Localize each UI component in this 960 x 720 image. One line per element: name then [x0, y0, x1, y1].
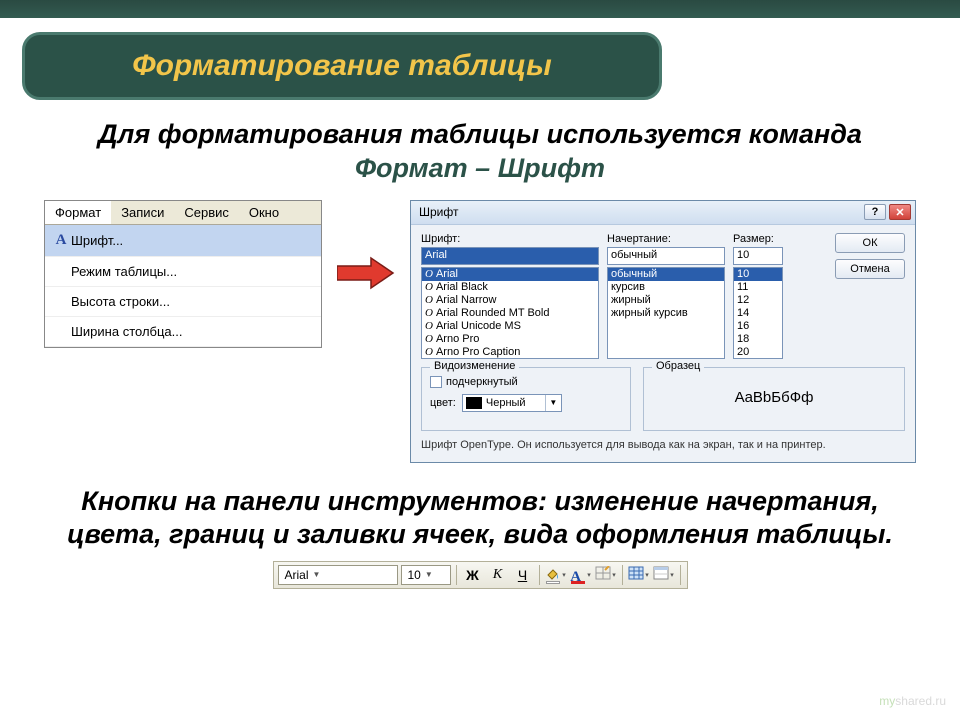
- font-size-value: 10: [408, 568, 421, 582]
- datasheet-icon: [653, 566, 669, 583]
- menu-item-label: Шрифт...: [71, 233, 313, 248]
- separator: [680, 565, 681, 585]
- list-item[interactable]: OArno Pro Caption: [422, 346, 598, 359]
- underline-checkbox[interactable]: [430, 376, 442, 388]
- label-style: Начертание:: [607, 233, 725, 245]
- size-listbox[interactable]: 10 11 12 14 16 18 20: [733, 267, 783, 359]
- font-name-dropdown[interactable]: Arial ▼: [278, 565, 398, 585]
- separator: [456, 565, 457, 585]
- sample-preview: AaBbБбФф: [652, 376, 896, 420]
- list-item[interactable]: курсив: [608, 281, 724, 294]
- menu-item-table-mode[interactable]: Режим таблицы...: [45, 257, 321, 287]
- font-color-button[interactable]: A: [570, 564, 592, 586]
- gridlines-icon: [628, 566, 644, 583]
- bottom-paragraph: Кнопки на панели инструментов: изменение…: [40, 485, 920, 551]
- underline-label: подчеркнутый: [446, 376, 518, 388]
- font-color-a-icon: A: [570, 568, 586, 582]
- list-item[interactable]: OArno Pro: [422, 333, 598, 346]
- gridlines-button[interactable]: [628, 564, 650, 586]
- font-name-input[interactable]: Arial: [421, 247, 599, 265]
- dialog-title: Шрифт: [419, 205, 861, 219]
- list-item[interactable]: 10: [734, 268, 782, 281]
- help-button[interactable]: ?: [864, 204, 886, 220]
- close-button[interactable]: ✕: [889, 204, 911, 220]
- gridline-color-button[interactable]: [595, 564, 617, 586]
- dialog-hint: Шрифт OpenType. Он используется для выво…: [421, 439, 905, 452]
- list-item[interactable]: 11: [734, 281, 782, 294]
- font-letter-a-icon: A: [51, 232, 71, 249]
- list-item[interactable]: OArial Narrow: [422, 294, 598, 307]
- grid-color-icon: [595, 566, 611, 583]
- menu-service[interactable]: Сервис: [174, 201, 239, 224]
- color-swatch-icon: [466, 397, 482, 409]
- font-size-dropdown[interactable]: 10 ▼: [401, 565, 451, 585]
- menu-item-row-height[interactable]: Высота строки...: [45, 287, 321, 317]
- intro-text: Для форматирования таблицы используется …: [40, 118, 920, 186]
- cancel-button[interactable]: Отмена: [835, 259, 905, 279]
- menu-records[interactable]: Записи: [111, 201, 174, 224]
- color-label: цвет:: [430, 397, 456, 409]
- ok-button[interactable]: ОК: [835, 233, 905, 253]
- list-item[interactable]: обычный: [608, 268, 724, 281]
- format-menu-screenshot: Формат Записи Сервис Окно A Шрифт... Реж…: [44, 200, 322, 348]
- paint-bucket-icon: [545, 568, 561, 582]
- color-dropdown[interactable]: Черный ▼: [462, 394, 562, 412]
- font-listbox[interactable]: OArial OArial Black OArial Narrow OArial…: [421, 267, 599, 359]
- chevron-down-icon: ▼: [313, 570, 321, 579]
- list-item[interactable]: OArial: [422, 268, 598, 281]
- list-item[interactable]: OArial Black: [422, 281, 598, 294]
- underline-button[interactable]: Ч: [512, 564, 534, 586]
- chevron-down-icon: ▼: [545, 395, 561, 411]
- formatting-toolbar: Arial ▼ 10 ▼ Ж К Ч A: [273, 561, 688, 589]
- chevron-down-icon: ▼: [425, 570, 433, 579]
- size-input[interactable]: 10: [733, 247, 783, 265]
- separator: [539, 565, 540, 585]
- style-input[interactable]: обычный: [607, 247, 725, 265]
- list-item[interactable]: жирный: [608, 294, 724, 307]
- intro-command: Формат – Шрифт: [355, 153, 605, 183]
- arrow-right-icon: [336, 256, 396, 290]
- effects-legend: Видоизменение: [430, 360, 519, 372]
- separator: [622, 565, 623, 585]
- menu-item-label: Высота строки...: [71, 294, 313, 309]
- list-item[interactable]: 14: [734, 307, 782, 320]
- style-listbox[interactable]: обычный курсив жирный жирный курсив: [607, 267, 725, 359]
- datasheet-style-button[interactable]: [653, 564, 675, 586]
- list-item[interactable]: OArial Unicode MS: [422, 320, 598, 333]
- list-item[interactable]: 16: [734, 320, 782, 333]
- slide-top-band: [0, 0, 960, 18]
- menu-window[interactable]: Окно: [239, 201, 289, 224]
- color-value: Черный: [486, 397, 526, 409]
- menu-item-col-width[interactable]: Ширина столбца...: [45, 317, 321, 347]
- font-dialog: Шрифт ? ✕ Шрифт: Arial OArial OArial Bla…: [410, 200, 916, 463]
- effects-group: Видоизменение подчеркнутый цвет: Черный …: [421, 367, 631, 431]
- menu-item-label: Режим таблицы...: [71, 264, 313, 279]
- list-item[interactable]: 12: [734, 294, 782, 307]
- sample-legend: Образец: [652, 360, 704, 372]
- label-size: Размер:: [733, 233, 783, 245]
- menu-item-font[interactable]: A Шрифт...: [45, 225, 321, 257]
- sample-group: Образец AaBbБбФф: [643, 367, 905, 431]
- menu-bar: Формат Записи Сервис Окно: [45, 201, 321, 225]
- bold-button[interactable]: Ж: [462, 564, 484, 586]
- list-item[interactable]: OArial Rounded MT Bold: [422, 307, 598, 320]
- italic-button[interactable]: К: [487, 564, 509, 586]
- list-item[interactable]: 18: [734, 333, 782, 346]
- menu-item-label: Ширина столбца...: [71, 324, 313, 339]
- fill-color-button[interactable]: [545, 564, 567, 586]
- list-item[interactable]: жирный курсив: [608, 307, 724, 320]
- watermark: myshared.ru: [879, 694, 946, 708]
- list-item[interactable]: 20: [734, 346, 782, 359]
- font-name-value: Arial: [285, 568, 309, 582]
- intro-plain: Для форматирования таблицы используется …: [98, 119, 862, 149]
- slide-title: Форматирование таблицы: [22, 32, 662, 100]
- menu-format[interactable]: Формат: [45, 201, 111, 224]
- label-font: Шрифт:: [421, 233, 599, 245]
